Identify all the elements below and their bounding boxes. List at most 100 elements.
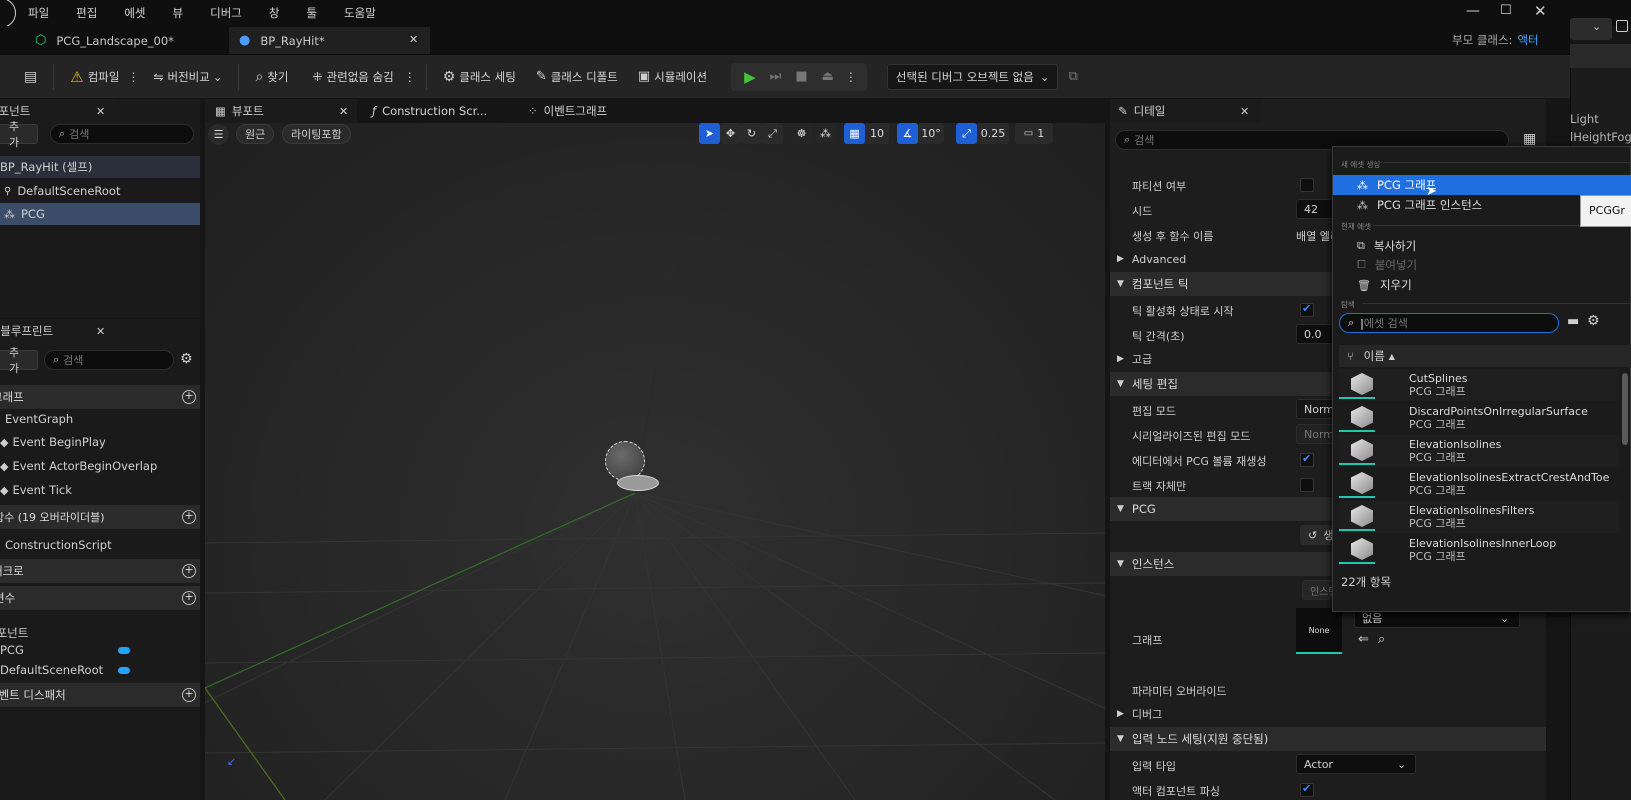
- far-right-dropdown[interactable]: ⌄: [1570, 18, 1612, 40]
- close-tab-icon[interactable]: ✕: [409, 33, 418, 46]
- viewport-canvas[interactable]: ↙: [205, 123, 1105, 800]
- scale-snap-icon[interactable]: ⤢: [956, 123, 977, 144]
- class-defaults-button[interactable]: ✎ 클래스 디폴트: [530, 62, 624, 92]
- rotation-snap-value[interactable]: 10°: [918, 123, 944, 144]
- menu-view[interactable]: 뷰: [173, 5, 184, 21]
- maximize-icon[interactable]: ☐: [1500, 3, 1512, 18]
- use-selected-icon[interactable]: ⇐: [1358, 632, 1369, 647]
- lighting-mode-button[interactable]: 라이팅포함: [282, 124, 351, 144]
- world-local-icon[interactable]: ⁂: [815, 123, 836, 144]
- event-item[interactable]: ◆ Event BeginPlay: [0, 435, 106, 449]
- asset-list-scrollbar[interactable]: [1622, 373, 1628, 445]
- variable-item[interactable]: PCG: [0, 643, 200, 661]
- compile-button[interactable]: ⚠ 컴파일: [64, 62, 125, 92]
- simulation-button[interactable]: ▣ 시뮬레이션: [632, 62, 713, 92]
- step-icon[interactable]: ⏭: [770, 69, 782, 84]
- gear-icon[interactable]: ⚙: [180, 351, 193, 367]
- asset-row[interactable]: ElevationIsolinesExtractCrestAndToe PCG 그…: [1339, 468, 1619, 501]
- tab-viewport[interactable]: ▦ 뷰포트 ✕: [205, 99, 357, 123]
- menu-asset[interactable]: 에셋: [124, 5, 145, 21]
- folder-save-icon[interactable]: [1616, 20, 1628, 32]
- tick-start-checkbox[interactable]: [1300, 303, 1314, 317]
- compile-options-icon[interactable]: ⋮: [127, 70, 139, 84]
- grid-snap-icon[interactable]: ▦: [844, 123, 865, 144]
- component-item-defaultsceneroot[interactable]: ⚲ DefaultSceneRoot: [4, 181, 120, 201]
- stop-icon[interactable]: ■: [795, 69, 807, 84]
- menu-debug[interactable]: 디버그: [210, 5, 242, 21]
- add-blueprint-item-button[interactable]: 추가: [0, 346, 38, 375]
- input-node-section[interactable]: ▼ 입력 노드 세팅(지원 중단됨): [1110, 727, 1546, 751]
- event-dispatchers-section[interactable]: 이벤트 디스패처 +: [0, 683, 200, 707]
- macros-section[interactable]: 매크로 +: [0, 559, 200, 583]
- find-button[interactable]: ⌕ 찾기: [249, 62, 294, 92]
- tab-bp-rayhit[interactable]: ● BP_RayHit* ✕: [229, 27, 430, 54]
- close-panel-icon[interactable]: ✕: [96, 105, 105, 118]
- asset-row[interactable]: DiscardPointsOnIrregularSurface PCG 그래프: [1339, 402, 1619, 435]
- partitioned-checkbox[interactable]: [1300, 178, 1314, 192]
- asset-search-input[interactable]: ⌕ | 에셋 검색: [1339, 313, 1559, 333]
- menu-window[interactable]: 창: [269, 5, 280, 21]
- perspective-button[interactable]: 원근: [236, 124, 275, 144]
- component-item-self[interactable]: BP_RayHit (셀프): [0, 156, 200, 178]
- menu-tools[interactable]: 툴: [306, 5, 317, 21]
- camera-speed-button[interactable]: ▭ 1: [1015, 123, 1053, 144]
- asset-row[interactable]: ElevationIsolinesInnerLoop PCG 그래프: [1339, 534, 1619, 567]
- pcg-component-sprite[interactable]: [605, 441, 659, 491]
- track-self-checkbox[interactable]: [1300, 478, 1314, 492]
- tab-pcg-landscape[interactable]: ⬡ PCG_Landscape_00*: [25, 27, 225, 54]
- play-icon[interactable]: ▶: [744, 68, 756, 86]
- menu-item-pcg-graph[interactable]: ⁂ PCG 그래프: [1333, 175, 1631, 195]
- add-dispatcher-icon[interactable]: +: [182, 688, 196, 702]
- debug-section-row[interactable]: ▶ 디버그: [1110, 702, 1546, 727]
- menu-help[interactable]: 도움말: [344, 5, 376, 21]
- rotate-icon[interactable]: ↻: [741, 123, 762, 144]
- scale-icon[interactable]: ⤢: [762, 123, 783, 144]
- grid-snap-value[interactable]: 10: [865, 123, 889, 144]
- toolbar-options-icon[interactable]: ⋮: [404, 70, 416, 84]
- viewport-menu-icon[interactable]: ☰: [208, 124, 229, 145]
- diff-button[interactable]: ⇋ 버전비교 ⌄: [147, 62, 228, 92]
- parent-class-link[interactable]: 액터: [1517, 32, 1538, 48]
- variables-section[interactable]: 변수 +: [0, 586, 200, 610]
- event-item[interactable]: ◆ Event Tick: [0, 483, 72, 497]
- add-function-icon[interactable]: +: [182, 510, 196, 524]
- add-graph-icon[interactable]: +: [182, 390, 196, 404]
- folder-icon[interactable]: ▬: [1567, 314, 1579, 329]
- my-blueprint-tab[interactable]: 내 블루프린트 ✕: [0, 319, 116, 343]
- asset-row[interactable]: ElevationIsolines PCG 그래프: [1339, 435, 1619, 468]
- tab-construction-script[interactable]: ƒ Construction Scr...: [362, 99, 512, 123]
- construction-script-item[interactable]: ConstructionScript: [5, 538, 112, 552]
- input-type-select[interactable]: Actor ⌄: [1296, 754, 1416, 774]
- event-graph-item[interactable]: EventGraph: [5, 412, 73, 426]
- unreal-logo-icon[interactable]: [0, 0, 16, 28]
- graph-thumbnail[interactable]: None: [1296, 608, 1342, 654]
- close-tab-icon[interactable]: ✕: [339, 105, 348, 118]
- blueprint-search-input[interactable]: ⌕ 검색: [44, 350, 174, 370]
- close-panel-icon[interactable]: ✕: [1240, 105, 1249, 118]
- functions-section[interactable]: 함수 (19 오버라이더블) +: [0, 505, 200, 529]
- property-matrix-icon[interactable]: ▦: [1523, 131, 1536, 147]
- debug-filter-icon[interactable]: ⧉: [1068, 69, 1077, 84]
- components-search-input[interactable]: ⌕ 검색: [50, 124, 194, 144]
- browse-asset-icon[interactable]: ⌕: [1378, 632, 1385, 647]
- debug-object-select[interactable]: 선택된 디버그 오브젝트 없음 ⌄: [886, 63, 1059, 90]
- surface-snap-icon[interactable]: ☸: [791, 123, 812, 144]
- translate-icon[interactable]: ✥: [720, 123, 741, 144]
- hide-unrelated-button[interactable]: ⁜ 관련없음 숨김: [306, 62, 399, 92]
- menu-edit[interactable]: 편집: [76, 5, 97, 21]
- gear-icon[interactable]: ⚙: [1587, 313, 1600, 329]
- add-macro-icon[interactable]: +: [182, 564, 196, 578]
- play-options-icon[interactable]: ⋮: [845, 70, 857, 84]
- menu-item-clear[interactable]: 🗑 지우기: [1333, 275, 1631, 295]
- scale-snap-value[interactable]: 0.25: [977, 123, 1009, 144]
- actor-parsing-checkbox[interactable]: [1300, 783, 1314, 797]
- regen-checkbox[interactable]: [1300, 453, 1314, 467]
- variable-item[interactable]: DefaultSceneRoot: [0, 663, 200, 681]
- add-variable-icon[interactable]: +: [182, 591, 196, 605]
- menu-item-copy[interactable]: ⧉ 복사하기: [1333, 236, 1631, 256]
- rotation-snap-icon[interactable]: ∡: [897, 123, 918, 144]
- event-item[interactable]: ◆ Event ActorBeginOverlap: [0, 459, 157, 473]
- close-panel-icon[interactable]: ✕: [96, 325, 105, 338]
- branch-icon[interactable]: ⑂: [1347, 350, 1354, 363]
- asset-row[interactable]: CutSplines PCG 그래프: [1339, 369, 1619, 402]
